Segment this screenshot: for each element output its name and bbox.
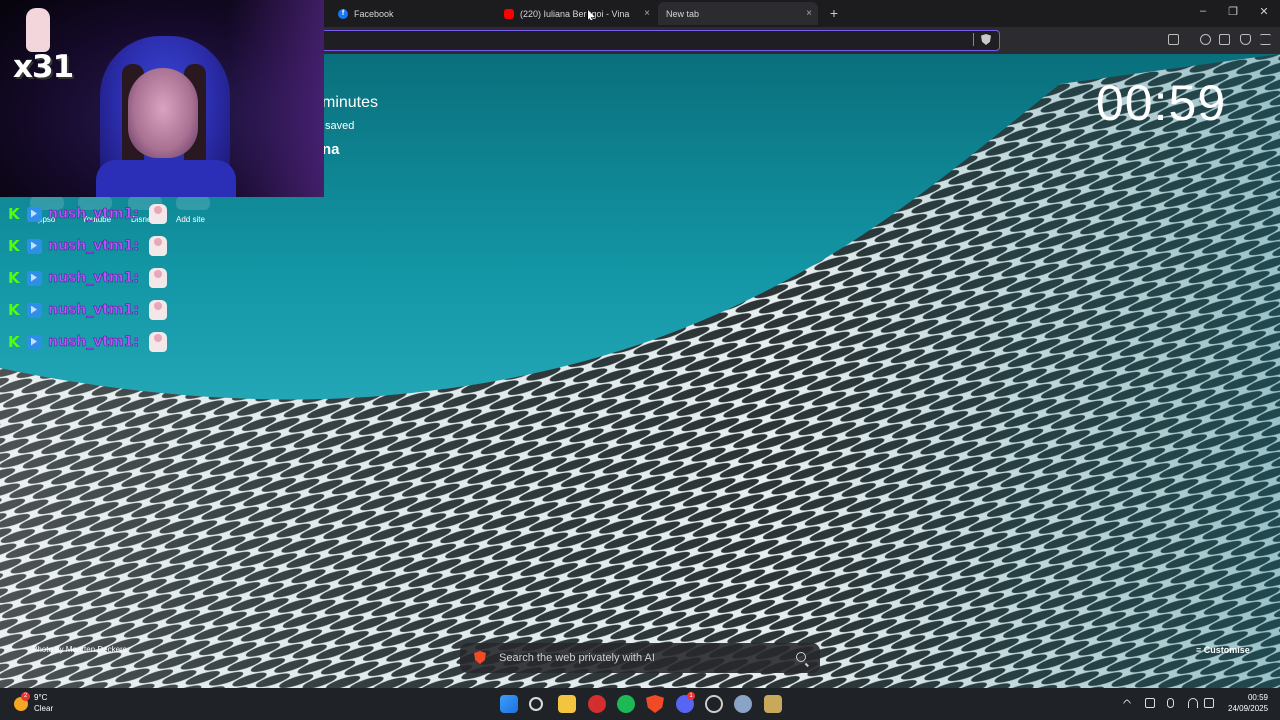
subscriber-badge-icon xyxy=(27,270,42,286)
chat-message: K nush_vtm1: xyxy=(8,330,167,354)
minimize-button[interactable]: – xyxy=(1195,5,1211,17)
kick-badge-icon: K xyxy=(8,300,20,319)
customise-label: Customise xyxy=(1203,645,1250,655)
tab-new-tab[interactable]: New tab × xyxy=(658,2,818,25)
customise-button[interactable]: ≡ Customise xyxy=(1196,645,1250,655)
kick-badge-icon: K xyxy=(8,204,20,223)
app-red-icon[interactable] xyxy=(588,695,606,713)
address-bar[interactable] xyxy=(316,30,1000,51)
discord-badge: 1 xyxy=(687,692,695,700)
search-icon[interactable] xyxy=(529,697,543,711)
tab-title: Facebook xyxy=(354,8,394,19)
dancing-emote-icon xyxy=(148,332,167,352)
add-site-label[interactable]: Add site xyxy=(176,215,205,224)
kick-badge-icon: K xyxy=(8,236,20,255)
chat-username: nush_vtm1: xyxy=(48,302,139,319)
brave-logo-icon xyxy=(474,651,486,664)
media-icon[interactable] xyxy=(1200,34,1211,45)
search-placeholder: Search the web privately with AI xyxy=(499,652,655,664)
close-tab-icon[interactable]: × xyxy=(806,8,812,19)
dancing-emote-icon xyxy=(148,268,167,288)
search-icon[interactable] xyxy=(796,652,806,662)
photo-credit[interactable]: Photo by Maarten Deckers xyxy=(32,645,127,654)
microphone-icon[interactable] xyxy=(1167,698,1174,708)
weather-badge: 2 xyxy=(21,692,30,701)
subscriber-badge-icon xyxy=(27,238,42,254)
webcam-overlay: x31 xyxy=(0,0,324,197)
kick-badge-icon: K xyxy=(8,332,20,351)
chat-message: K nush_vtm1: xyxy=(8,234,167,258)
close-window-button[interactable]: ✕ xyxy=(1256,5,1272,18)
chat-username: nush_vtm1: xyxy=(48,206,139,223)
stats-other: na xyxy=(322,141,340,158)
facebook-icon: f xyxy=(338,8,348,19)
chat-username: nush_vtm1: xyxy=(48,334,139,351)
chat-username: nush_vtm1: xyxy=(48,238,139,255)
add-site-tile[interactable] xyxy=(176,196,210,210)
windows-start-icon[interactable] xyxy=(500,695,518,713)
chat-message: K nush_vtm1: xyxy=(8,298,167,322)
streamer-body xyxy=(96,160,236,197)
steam-icon[interactable] xyxy=(705,695,723,713)
volume-icon[interactable] xyxy=(1204,698,1214,708)
menu-icon[interactable] xyxy=(1260,34,1271,45)
weather-description[interactable]: Clear xyxy=(34,704,53,713)
dancing-emote-icon xyxy=(148,204,167,224)
new-tab-button[interactable]: + xyxy=(826,5,842,21)
vpn-shield-icon[interactable] xyxy=(1240,34,1251,45)
clock: 00:59 xyxy=(1096,75,1227,131)
file-explorer-icon[interactable] xyxy=(558,695,576,713)
chat-message: K nush_vtm1: xyxy=(8,266,167,290)
youtube-icon xyxy=(504,8,514,19)
address-bar-divider xyxy=(973,33,974,46)
emote-multiplier: x31 xyxy=(13,49,74,85)
stats-saved: saved xyxy=(325,120,355,132)
close-tab-icon[interactable]: × xyxy=(644,8,650,19)
emote-icon xyxy=(26,8,50,52)
dancing-emote-icon xyxy=(148,236,167,256)
tab-facebook[interactable]: f Facebook xyxy=(330,2,490,25)
tray-app-icon[interactable] xyxy=(1145,698,1155,708)
tab-title: New tab xyxy=(666,8,700,19)
weather-temperature[interactable]: 9°C xyxy=(34,693,47,702)
wifi-icon[interactable] xyxy=(1188,698,1198,708)
stats-minutes: minutes xyxy=(322,94,379,111)
ambient-light xyxy=(228,0,324,197)
taskbar xyxy=(0,688,1280,720)
league-icon[interactable] xyxy=(764,695,782,713)
restore-button[interactable]: ❐ xyxy=(1225,5,1241,18)
chat-message: K nush_vtm1: xyxy=(8,202,167,226)
search-box[interactable]: Search the web privately with AI xyxy=(460,643,820,673)
subscriber-badge-icon xyxy=(27,302,42,318)
chat-username: nush_vtm1: xyxy=(48,270,139,287)
tab-title: (220) Iuliana Beregoi - Vina mea xyxy=(520,8,632,19)
kick-badge-icon: K xyxy=(8,268,20,287)
dancing-emote-icon xyxy=(148,300,167,320)
streamer-face xyxy=(128,68,198,158)
tab-search-icon[interactable] xyxy=(1168,34,1179,45)
taskbar-date[interactable]: 24/09/2025 xyxy=(1228,704,1268,713)
settings-icon[interactable] xyxy=(734,695,752,713)
spotify-icon[interactable] xyxy=(617,695,635,713)
subscriber-badge-icon xyxy=(27,206,42,222)
subscriber-badge-icon xyxy=(27,334,42,350)
taskbar-time[interactable]: 00:59 xyxy=(1228,693,1268,702)
tab-youtube[interactable]: (220) Iuliana Beregoi - Vina mea × xyxy=(496,2,656,25)
sidebar-icon[interactable] xyxy=(1219,34,1230,45)
